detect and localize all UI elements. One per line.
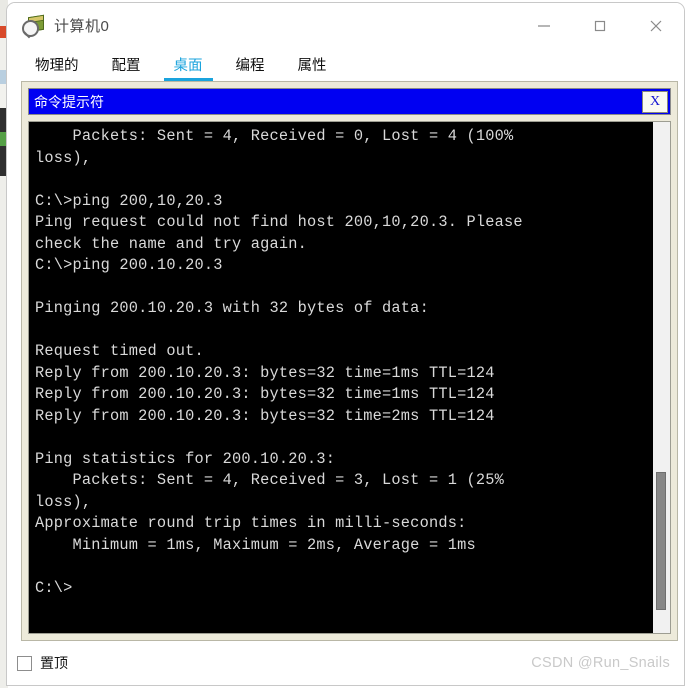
command-prompt-close-button[interactable]: X: [642, 90, 668, 113]
terminal-line: Packets: Sent = 4, Received = 3, Lost = …: [35, 471, 504, 489]
terminal-line: Ping statistics for 200.10.20.3:: [35, 449, 336, 468]
csdn-watermark: CSDN @Run_Snails: [531, 655, 670, 671]
command-prompt-title: 命令提示符: [34, 94, 104, 111]
terminal-line: check the name and try again.: [35, 234, 308, 253]
packet-tracer-pc-icon: [22, 14, 44, 38]
tab-desktop[interactable]: 桌面: [163, 58, 213, 81]
terminal-line: loss),: [35, 492, 92, 511]
tab-config[interactable]: 配置: [102, 58, 151, 82]
pin-on-top-row: 置顶: [17, 653, 68, 673]
terminal-line: loss),: [35, 148, 92, 167]
pin-on-top-label: 置顶: [40, 656, 68, 672]
window-title: 计算机0: [54, 18, 110, 35]
window-controls: [516, 3, 684, 48]
terminal-scrollbar-track[interactable]: [652, 122, 670, 633]
terminal-output[interactable]: Packets: Sent = 4, Received = 0, Lost = …: [29, 122, 652, 633]
close-button[interactable]: [628, 3, 684, 48]
terminal-line: Ping request could not find host 200,10,…: [35, 213, 523, 231]
terminal-line: Packets: Sent = 4, Received = 0, Lost = …: [35, 127, 514, 145]
tab-physical[interactable]: 物理的: [25, 58, 89, 82]
terminal-line: Pinging 200.10.20.3 with 32 bytes of dat…: [35, 299, 429, 317]
terminal-line: C:\>: [35, 578, 73, 597]
terminal-container: Packets: Sent = 4, Received = 0, Lost = …: [28, 121, 671, 634]
command-prompt-titlebar: 命令提示符 X: [28, 88, 671, 115]
tab-programming[interactable]: 编程: [226, 58, 275, 82]
terminal-line: Request timed out.: [35, 342, 204, 360]
device-window: 计算机0 物理的 配置 桌面 编程 属性 命令提示符 X Packets: Se…: [6, 2, 685, 686]
command-prompt-window: 命令提示符 X Packets: Sent = 4, Received = 0,…: [28, 88, 671, 634]
terminal-scrollbar-thumb[interactable]: [656, 472, 666, 610]
terminal-line: Reply from 200.10.20.3: bytes=32 time=2m…: [35, 406, 495, 425]
maximize-button[interactable]: [572, 3, 628, 48]
pin-on-top-checkbox[interactable]: [17, 655, 32, 671]
tab-attributes[interactable]: 属性: [288, 58, 337, 82]
terminal-line: C:\>ping 200,10,20.3: [35, 191, 223, 210]
window-titlebar: 计算机0: [7, 3, 684, 48]
tab-bar: 物理的 配置 桌面 编程 属性: [7, 48, 684, 81]
minimize-button[interactable]: [516, 3, 572, 48]
terminal-line: Minimum = 1ms, Maximum = 2ms, Average = …: [35, 535, 476, 554]
terminal-line: Reply from 200.10.20.3: bytes=32 time=1m…: [35, 363, 495, 382]
window-footer: 置顶 CSDN @Run_Snails: [7, 641, 684, 685]
terminal-line: Approximate round trip times in milli-se…: [35, 514, 467, 532]
terminal-line: C:\>ping 200.10.20.3: [35, 256, 223, 274]
terminal-line: Reply from 200.10.20.3: bytes=32 time=1m…: [35, 385, 495, 403]
desktop-panel: 命令提示符 X Packets: Sent = 4, Received = 0,…: [21, 81, 678, 641]
